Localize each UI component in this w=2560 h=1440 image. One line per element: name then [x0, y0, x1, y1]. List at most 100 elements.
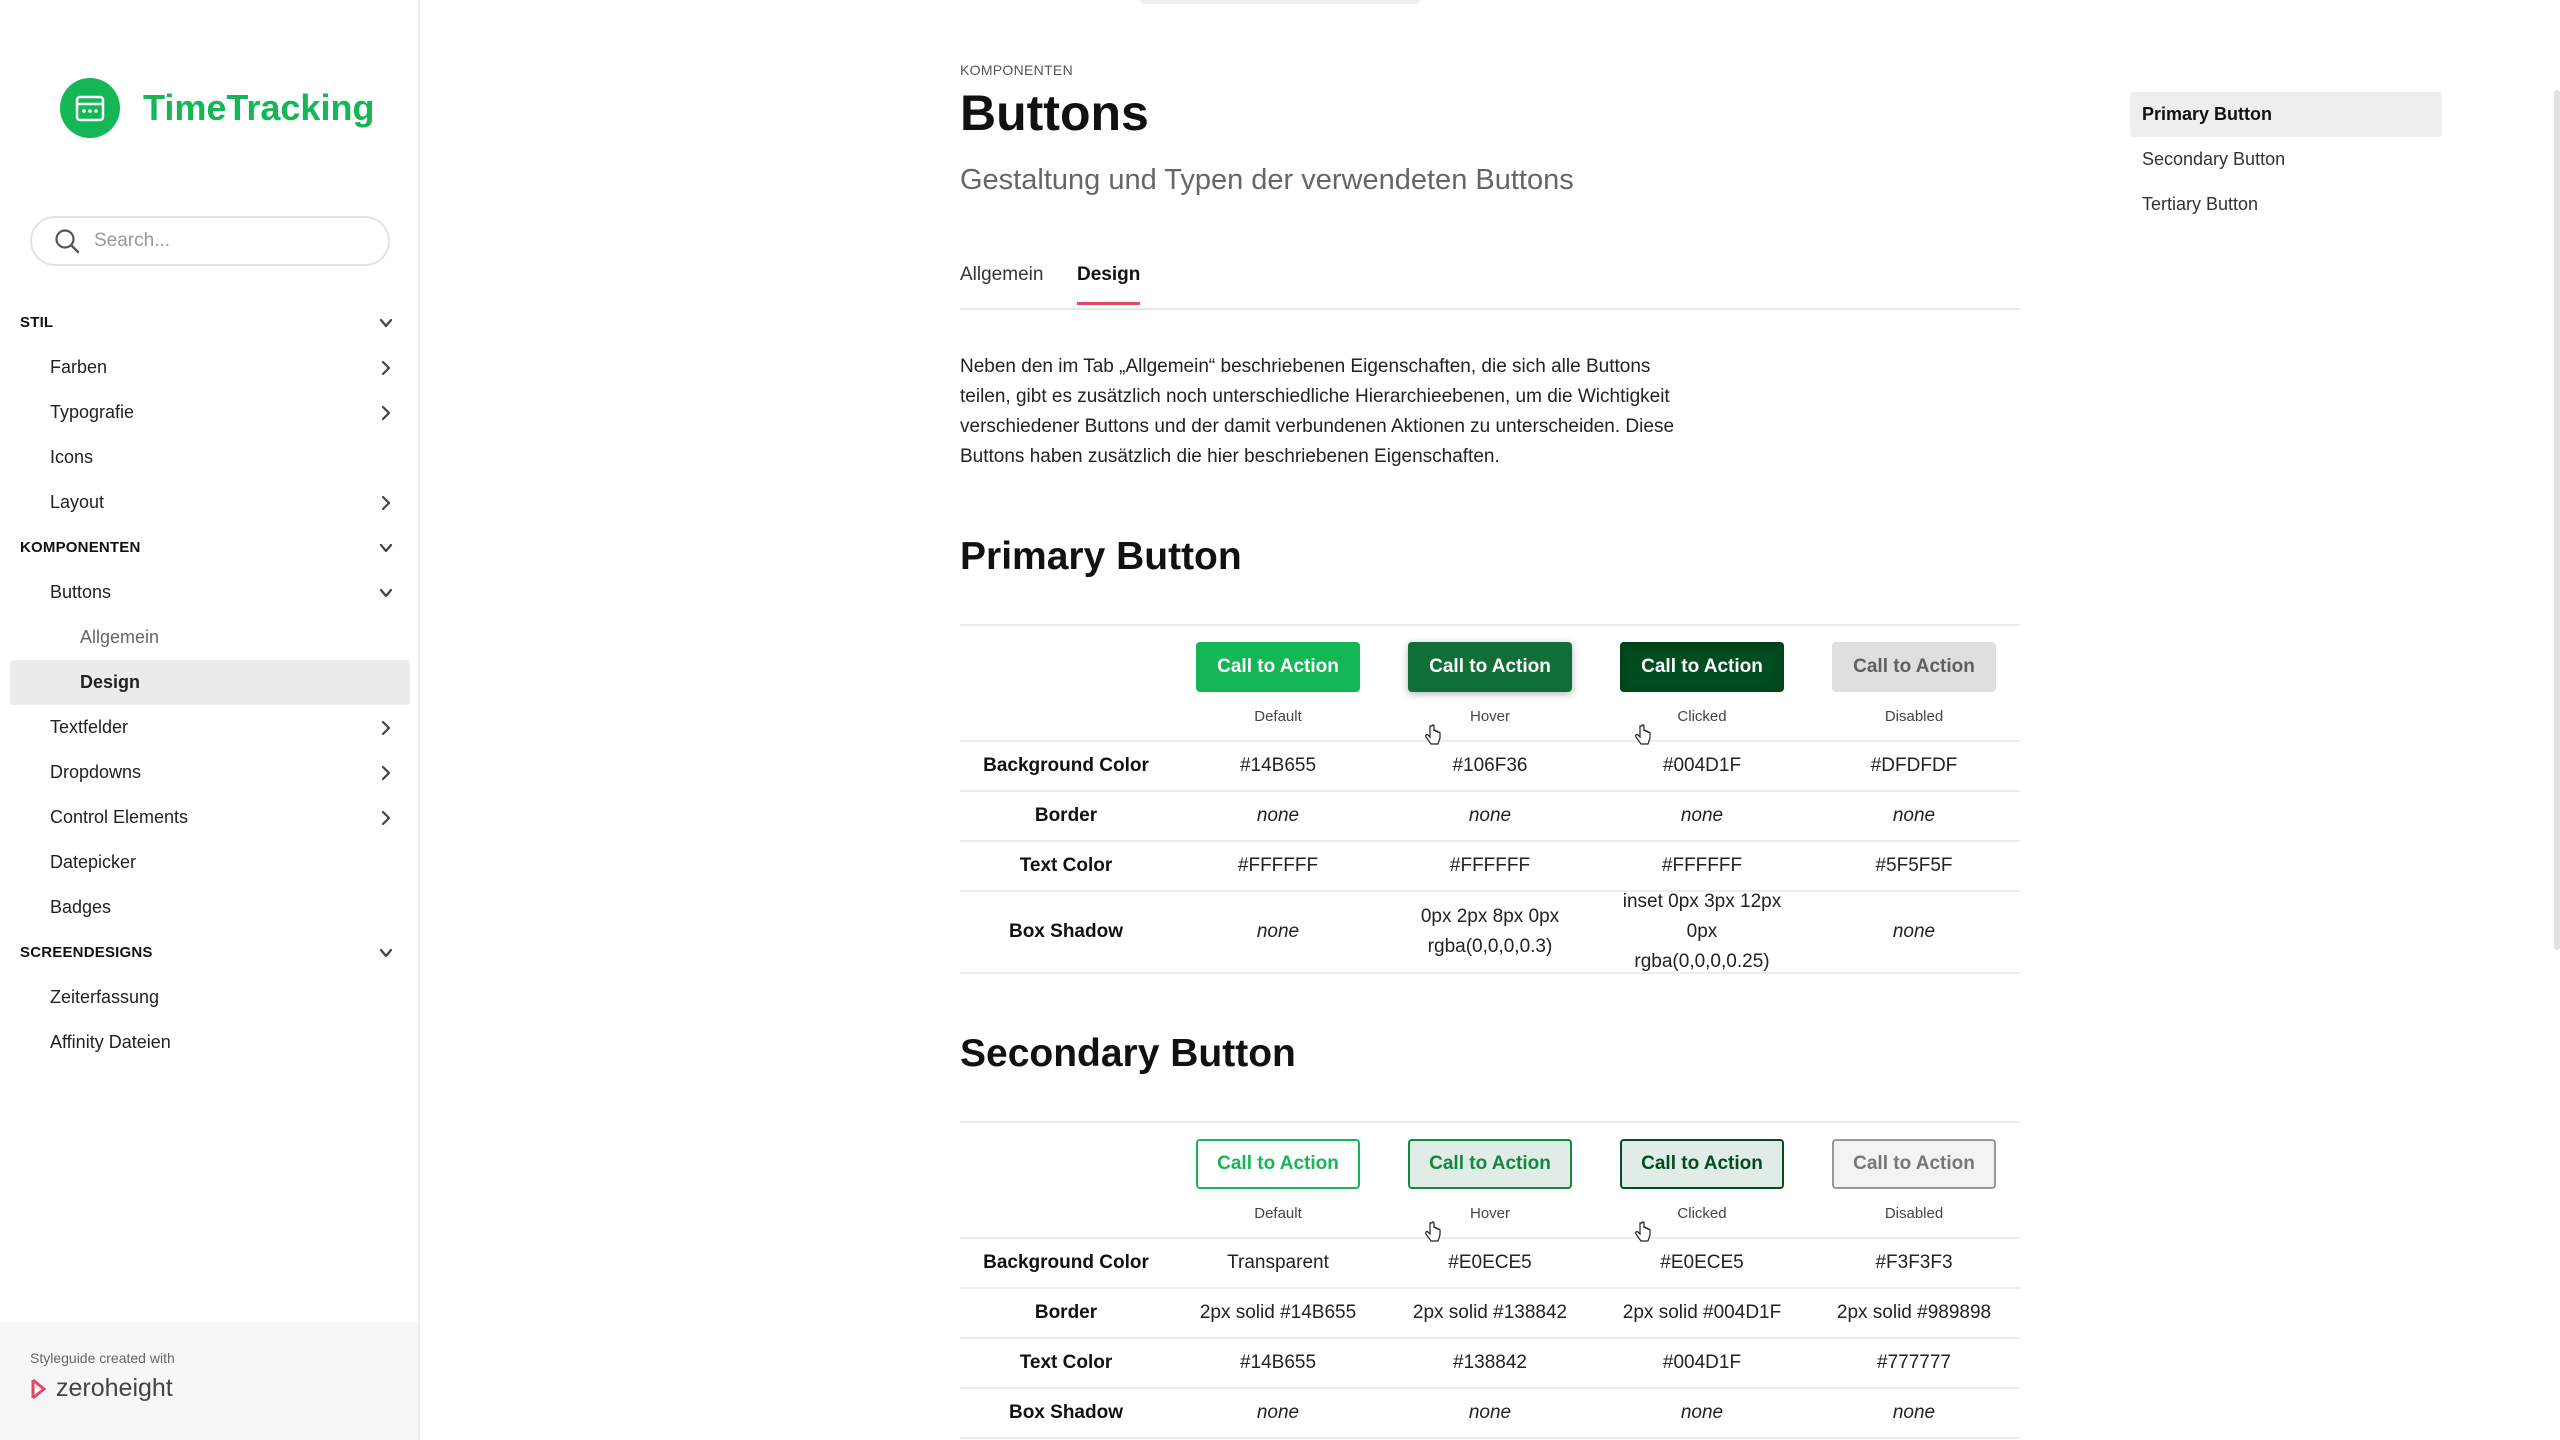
button-preview-hover: Call to Action Hover [1384, 641, 1596, 745]
sidebar-item-typografie[interactable]: Typografie [10, 390, 410, 435]
spec-value: #FFFFFF [1449, 855, 1531, 876]
tab-design[interactable]: Design [1077, 264, 1141, 305]
chevron-down-icon [379, 588, 393, 597]
sidebar-item-textfelder[interactable]: Textfelder [10, 705, 410, 750]
spec-row-label: Border [1034, 1302, 1098, 1323]
call-to-action-button[interactable]: Call to Action [1832, 641, 1996, 692]
zeroheight-link[interactable]: zeroheight [30, 1374, 388, 1403]
search-input[interactable]: Search... [94, 230, 170, 252]
sidebar-item-icons[interactable]: Icons [10, 435, 410, 480]
state-label: Clicked [1677, 1204, 1727, 1222]
state-label: Hover [1469, 707, 1510, 725]
sidebar-item-datepicker[interactable]: Datepicker [10, 840, 410, 885]
sidebar-item-label: Icons [50, 447, 94, 467]
spec-value: none [1680, 1402, 1724, 1423]
spec-value: #FFFFFF [1237, 855, 1319, 876]
chevron-right-icon [381, 765, 391, 780]
toc-item-tertiary-button[interactable]: Tertiary Button [2130, 182, 2442, 227]
page-toc: Primary Button Secondary Button Tertiary B… [2130, 92, 2442, 227]
chevron-right-icon [381, 360, 391, 375]
spec-value: inset 0px 3px 12px 0px rgba(0,0,0,0.25) [1622, 891, 1782, 972]
sidebar-item-badges[interactable]: Badges [10, 885, 410, 930]
spec-value: #E0ECE5 [1660, 1252, 1744, 1273]
button-preview-clicked: Call to Action Clicked [1596, 641, 1808, 745]
sidebar-item-allgemein[interactable]: Allgemein [10, 615, 410, 660]
search-box[interactable]: Search... [30, 216, 390, 266]
spec-value: #777777 [1877, 1352, 1951, 1373]
sidebar-item-farben[interactable]: Farben [10, 345, 410, 390]
sidebar-item-label: SCREENDESIGNS [20, 944, 153, 961]
search-icon [55, 229, 80, 254]
sidebar-item-komponenten[interactable]: KOMPONENTEN [10, 525, 410, 570]
sidebar-item-zeiterfassung[interactable]: Zeiterfassung [10, 975, 410, 1020]
sidebar-item-layout[interactable]: Layout [10, 480, 410, 525]
primary-button-spec-table: Call to Action Default Call to Action Ho… [960, 624, 2020, 974]
sidebar-item-label: Layout [50, 492, 105, 512]
spec-value: #004D1F [1662, 1352, 1742, 1373]
sidebar-footer: Styleguide created with zeroheight [0, 1322, 418, 1440]
state-label: Hover [1469, 1204, 1510, 1222]
sidebar-item-label: Textfelder [50, 717, 129, 737]
spec-value: #138842 [1453, 1352, 1527, 1373]
spec-row-label: Box Shadow [1008, 1402, 1123, 1423]
call-to-action-button[interactable]: Call to Action [1408, 641, 1572, 692]
breadcrumb: KOMPONENTEN [960, 62, 1073, 78]
sidebar-item-label: Dropdowns [50, 762, 142, 782]
chevron-down-icon [379, 948, 393, 957]
spec-row-label: Box Shadow [1008, 921, 1123, 942]
state-label: Default [1254, 707, 1302, 725]
tab-allgemein[interactable]: Allgemein [960, 264, 1043, 302]
sidebar-item-label: Affinity Dateien [50, 1032, 171, 1052]
chevron-right-icon [381, 405, 391, 420]
spec-value: #FFFFFF [1661, 855, 1743, 876]
spec-value: none [1892, 1402, 1936, 1423]
scrollbar[interactable] [2554, 90, 2560, 950]
sidebar-item-label: Badges [50, 897, 112, 917]
sidebar-item-control-elements[interactable]: Control Elements [10, 795, 410, 840]
sidebar-nav: STIL Farben Typografie Icons Layout KOMPONENT… [10, 300, 410, 1065]
spec-value: #004D1F [1662, 755, 1742, 776]
chevron-right-icon [381, 810, 391, 825]
sidebar-item-label: STIL [20, 314, 54, 331]
sidebar-item-design[interactable]: Design [10, 660, 410, 705]
spec-row-label: Background Color [983, 1252, 1149, 1273]
spec-row: Text Color #FFFFFF #FFFFFF #FFFFFF #5F5F5F [960, 842, 2020, 892]
sidebar-item-label: Typografie [50, 402, 135, 422]
sidebar-item-screendesigns[interactable]: SCREENDESIGNS [10, 930, 410, 975]
button-preview-row: Call to Action Default Call to Action Ho… [960, 1121, 2020, 1242]
sidebar-item-label: Buttons [50, 582, 112, 602]
call-to-action-button[interactable]: Call to Action [1196, 641, 1360, 692]
chevron-down-icon [379, 318, 393, 327]
button-preview-default: Call to Action Default [1172, 641, 1384, 725]
sidebar-item-affinity-dateien[interactable]: Affinity Dateien [10, 1020, 410, 1065]
sidebar-item-stil[interactable]: STIL [10, 300, 410, 345]
toc-item-primary-button[interactable]: Primary Button [2130, 92, 2442, 137]
call-to-action-button[interactable]: Call to Action [1620, 1138, 1784, 1189]
state-label: Default [1254, 1204, 1302, 1222]
call-to-action-button[interactable]: Call to Action [1196, 1138, 1360, 1189]
call-to-action-button[interactable]: Call to Action [1408, 1138, 1572, 1189]
spec-row: Text Color #14B655 #138842 #004D1F #777777 [960, 1339, 2020, 1389]
call-to-action-button[interactable]: Call to Action [1832, 1138, 1996, 1189]
app-logo[interactable]: TimeTracking [60, 78, 374, 138]
spec-value: none [1256, 921, 1300, 942]
sidebar-item-label: Zeiterfassung [50, 987, 160, 1007]
toc-item-secondary-button[interactable]: Secondary Button [2130, 137, 2442, 182]
footer-text: Styleguide created with [30, 1350, 175, 1366]
state-label: Disabled [1884, 1204, 1944, 1222]
spec-value: #E0ECE5 [1448, 1252, 1532, 1273]
spec-value: none [1892, 921, 1936, 942]
sidebar-item-label: Allgemein [80, 627, 160, 647]
state-label: Disabled [1884, 707, 1944, 725]
spec-value: #14B655 [1239, 1352, 1317, 1373]
call-to-action-button[interactable]: Call to Action [1620, 641, 1784, 692]
sidebar-item-dropdowns[interactable]: Dropdowns [10, 750, 410, 795]
spec-row: Background Color Transparent #E0ECE5 #E0ECE… [960, 1239, 2020, 1289]
spec-value: #14B655 [1239, 755, 1317, 776]
primary-button-heading: Primary Button [960, 535, 1242, 578]
spec-value: none [1468, 805, 1512, 826]
secondary-button-spec-table: Call to Action Default Call to Action Ho… [960, 1121, 2020, 1439]
spec-value: #F3F3F3 [1875, 1252, 1953, 1273]
sidebar-item-buttons[interactable]: Buttons [10, 570, 410, 615]
chevron-right-icon [381, 720, 391, 735]
